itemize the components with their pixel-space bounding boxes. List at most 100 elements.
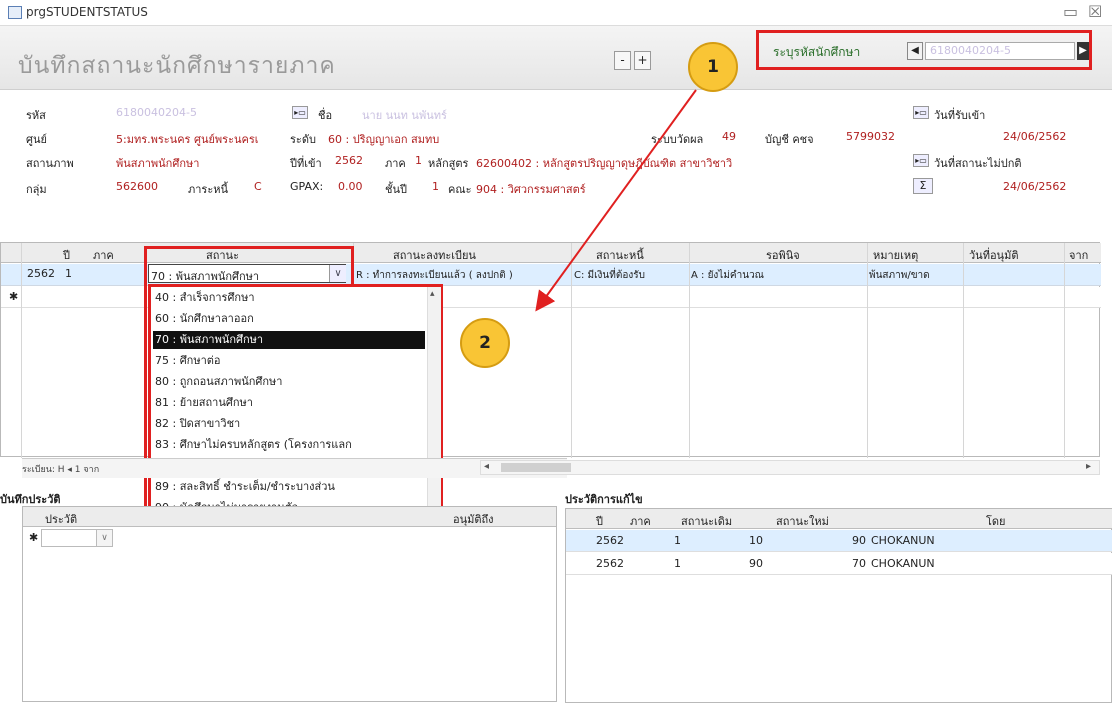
entry-date-field[interactable]: 24/06/2562 (1003, 130, 1066, 143)
cell-year: 2562 (596, 534, 624, 547)
cell-old: 10 (749, 534, 763, 547)
header-by[interactable]: โดย (986, 512, 1006, 530)
minimize-icon[interactable]: ▭ (1063, 2, 1078, 21)
dropdown-option[interactable]: 75 : ศึกษาต่อ (153, 352, 425, 370)
student-selector-label: ระบุรหัสนักศึกษา (773, 45, 861, 59)
year-label: ชั้นปี (385, 183, 407, 196)
dropdown-option[interactable]: 83 : ศึกษาไม่ครบหลักสูตร (โครงการแลก (153, 436, 425, 454)
status-combo-value: 70 : พ้นสภาพนักศึกษา (151, 270, 260, 283)
term-field[interactable]: 1 (415, 154, 422, 167)
dropdown-option[interactable]: 60 : นักศึกษาลาออก (153, 310, 425, 328)
code-field[interactable]: 6180040204-5 (116, 106, 197, 119)
curriculum-label: หลักสูตร (428, 157, 469, 170)
scroll-up-icon[interactable]: ▴ (430, 289, 435, 299)
account-label: บัญชี คชจ (765, 133, 814, 146)
faculty-label: คณะ (448, 183, 472, 196)
edit-history-grid: ปี ภาค สถานะเดิม สถานะใหม่ โดย 2562 1 10… (565, 508, 1112, 703)
header-from[interactable]: จาก (1069, 246, 1088, 264)
center-label: ศูนย์ (26, 133, 47, 146)
cell-term: 1 (65, 267, 72, 280)
cell-note: พ้นสภาพ/ขาด (869, 270, 930, 281)
cell-year: 2562 (27, 267, 55, 280)
header-old-status[interactable]: สถานะเดิม (681, 512, 732, 530)
divider (867, 243, 868, 458)
header-debt[interactable]: สถานะหนี้ (596, 246, 644, 264)
status-label: สถานภาพ (26, 157, 74, 170)
page-title: บันทึกสถานะนักศึกษารายภาค (18, 53, 336, 79)
header-approve-until[interactable]: อนุมัติถึง (453, 510, 494, 528)
header-reg-status[interactable]: สถานะลงทะเบียน (393, 246, 476, 264)
divider (21, 243, 22, 458)
status-combo[interactable]: 70 : พ้นสภาพนักศึกษา ∨ (148, 264, 346, 283)
scroll-right-icon[interactable]: ▸ (1086, 461, 1091, 472)
curriculum-field[interactable]: 62600402 : หลักสูตรปริญญาดุษฎีบัณฑิต สาข… (476, 154, 906, 172)
header-new-status[interactable]: สถานะใหม่ (776, 512, 829, 530)
scroll-left-icon[interactable]: ◂ (484, 461, 489, 472)
year-field[interactable]: 1 (432, 180, 439, 193)
student-id-input[interactable]: 6180040204-5 (925, 42, 1075, 60)
debt-field[interactable]: C (254, 180, 262, 193)
entry-year-field[interactable]: 2562 (335, 154, 363, 167)
header-term[interactable]: ภาค (93, 246, 114, 264)
status-date-button[interactable]: ▸▭ (913, 154, 929, 167)
status-change-date-field[interactable]: 24/06/2562 (1003, 180, 1066, 193)
chevron-down-icon[interactable]: ∨ (329, 265, 346, 282)
header-consider[interactable]: รอพินิจ (766, 246, 800, 264)
lookup-icon[interactable]: ▸▭ (292, 106, 308, 119)
gpax-field[interactable]: 0.00 (338, 180, 363, 193)
cell-reg-status: R : ทำการลงทะเบียนแล้ว ( ลงปกติ ) (356, 270, 513, 281)
center-field[interactable]: 5:มทร.พระนคร ศูนย์พระนครเ (116, 130, 259, 148)
level-field[interactable]: 60 : ปริญญาเอก สมทบ (328, 130, 439, 148)
cell-by: CHOKANUN (871, 534, 935, 547)
divider (963, 243, 964, 458)
record-nav-label: ระเบียน: H ◂ 1 จาก (22, 465, 100, 475)
history-combo[interactable]: ∨ (41, 529, 113, 547)
cell-consider: A : ยังไม่คำนวณ (691, 270, 764, 281)
group-label: กลุ่ม (26, 183, 47, 196)
dropdown-option[interactable]: 70 : พ้นสภาพนักศึกษา (153, 331, 425, 349)
dropdown-option[interactable]: 40 : สำเร็จการศึกษา (153, 289, 425, 307)
cell-new: 90 (852, 534, 866, 547)
group-field[interactable]: 562600 (116, 180, 158, 193)
dropdown-option[interactable]: 82 : ปิดสาขาวิชา (153, 415, 425, 433)
sigma-button[interactable]: Σ (913, 178, 933, 194)
level-label: ระดับ (290, 133, 316, 146)
dropdown-option[interactable]: 80 : ถูกถอนสภาพนักศึกษา (153, 373, 425, 391)
prev-student-icon[interactable]: ◀ (907, 42, 923, 60)
scoring-label: ระบบวัดผล (651, 133, 704, 146)
callout-1: 1 (688, 42, 738, 92)
header-note[interactable]: หมายเหตุ (873, 246, 918, 264)
horizontal-scrollbar[interactable]: ◂ ▸ (480, 460, 1100, 475)
student-selector: ระบุรหัสนักศึกษา ◀ 6180040204-5 ▶ (756, 30, 1092, 70)
header-year[interactable]: ปี (63, 246, 70, 264)
table-row[interactable]: 2562 1 10 90 CHOKANUN (566, 530, 1112, 552)
header-year[interactable]: ปี (596, 512, 603, 530)
student-info-form: รหัส 6180040204-5 ▸▭ ชื่อ นาย นนท นพันทร… (0, 90, 1112, 240)
window-title: prgSTUDENTSTATUS (26, 5, 148, 19)
close-icon[interactable]: ☒ (1088, 2, 1102, 21)
name-field[interactable]: นาย นนท นพันทร์ (362, 106, 447, 124)
header-approve-date[interactable]: วันที่อนุมัติ (969, 246, 1018, 264)
scoring-field[interactable]: 49 (722, 130, 736, 143)
new-row-marker: ✱ (9, 290, 19, 303)
prev-record-button[interactable]: - (614, 51, 631, 70)
cell-year: 2562 (596, 557, 624, 570)
faculty-field[interactable]: 904 : วิศวกรรมศาสตร์ (476, 180, 586, 198)
dropdown-option[interactable]: 81 : ย้ายสถานศึกษา (153, 394, 425, 412)
status-field[interactable]: พ้นสภาพนักศึกษา (116, 154, 199, 172)
account-field[interactable]: 5799032 (846, 130, 895, 143)
gpax-label: GPAX: (290, 180, 324, 193)
code-label: รหัส (26, 109, 46, 122)
calendar-icon[interactable]: ▸▭ (913, 106, 929, 119)
term-label: ภาค (385, 157, 406, 170)
chevron-down-icon[interactable]: ∨ (96, 530, 112, 546)
cell-term: 1 (674, 534, 681, 547)
next-record-button[interactable]: + (634, 51, 651, 70)
next-student-icon[interactable]: ▶ (1077, 42, 1089, 60)
cell-new: 70 (852, 557, 866, 570)
history-grid-header: ประวัติ อนุมัติถึง (23, 507, 556, 527)
header-term[interactable]: ภาค (630, 512, 651, 530)
header-history[interactable]: ประวัติ (45, 510, 77, 528)
hscroll-thumb[interactable] (501, 463, 571, 472)
table-row[interactable]: 2562 1 90 70 CHOKANUN (566, 553, 1112, 575)
